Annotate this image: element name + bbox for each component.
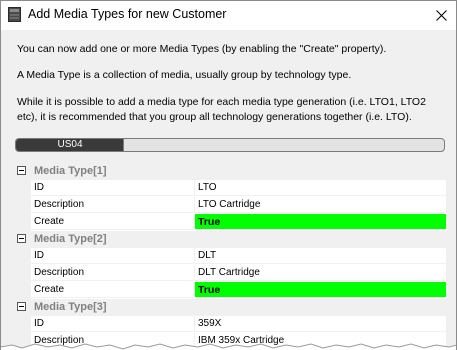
progress-label: US04: [57, 139, 83, 150]
add-media-types-dialog: Add Media Types for new Customer You can…: [0, 0, 457, 350]
close-button[interactable]: [426, 1, 456, 30]
property-row-description[interactable]: Description DLT Cartridge: [15, 265, 446, 282]
row-gutter: [15, 214, 31, 231]
title-bar[interactable]: Add Media Types for new Customer: [1, 1, 456, 30]
property-row-create[interactable]: Create True: [15, 282, 446, 299]
close-icon: [435, 10, 447, 21]
property-name: ID: [31, 180, 193, 196]
category-label: Media Type[2]: [34, 233, 107, 245]
property-value[interactable]: LTO Cartridge: [194, 197, 446, 213]
property-row-id[interactable]: ID DLT: [15, 248, 446, 265]
torn-edge: [1, 343, 456, 350]
property-name: Create: [31, 282, 193, 298]
window-title: Add Media Types for new Customer: [28, 7, 227, 21]
create-toggle-value[interactable]: True: [194, 282, 446, 298]
category-media-type-2[interactable]: Media Type[2]: [15, 231, 446, 248]
collapse-icon[interactable]: [17, 302, 26, 311]
category-label: Media Type[1]: [34, 165, 107, 177]
property-value[interactable]: DLT: [194, 248, 446, 264]
progress-bar: US04: [15, 138, 445, 152]
intro-line-recommendation-1: While it is possible to add a media type…: [17, 96, 426, 108]
property-name: Create: [31, 214, 193, 230]
property-name: Description: [31, 265, 193, 281]
collapse-icon[interactable]: [17, 234, 26, 243]
property-name: ID: [31, 248, 193, 264]
app-icon: [8, 7, 21, 22]
intro-line-create: You can now add one or more Media Types …: [17, 43, 387, 55]
category-media-type-1[interactable]: Media Type[1]: [15, 163, 446, 180]
row-gutter: [15, 316, 31, 333]
property-value[interactable]: 359X: [194, 316, 446, 332]
row-gutter: [15, 265, 31, 282]
row-gutter: [15, 197, 31, 214]
property-name: ID: [31, 316, 193, 332]
property-value[interactable]: LTO: [194, 180, 446, 196]
category-media-type-3[interactable]: Media Type[3]: [15, 299, 446, 316]
property-grid: Media Type[1] ID LTO Description LTO Car…: [15, 163, 446, 350]
property-row-id[interactable]: ID 359X: [15, 316, 446, 333]
property-value[interactable]: DLT Cartridge: [194, 265, 446, 281]
property-row-id[interactable]: ID LTO: [15, 180, 446, 197]
intro-line-recommendation-2: etc), it is recommended that you group a…: [17, 111, 412, 123]
property-name: Description: [31, 197, 193, 213]
category-label: Media Type[3]: [34, 301, 107, 313]
collapse-icon[interactable]: [17, 166, 26, 175]
create-toggle-value[interactable]: True: [194, 214, 446, 230]
property-row-description[interactable]: Description LTO Cartridge: [15, 197, 446, 214]
row-gutter: [15, 282, 31, 299]
row-gutter: [15, 248, 31, 265]
property-row-create[interactable]: Create True: [15, 214, 446, 231]
row-gutter: [15, 180, 31, 197]
intro-line-definition: A Media Type is a collection of media, u…: [17, 69, 352, 81]
